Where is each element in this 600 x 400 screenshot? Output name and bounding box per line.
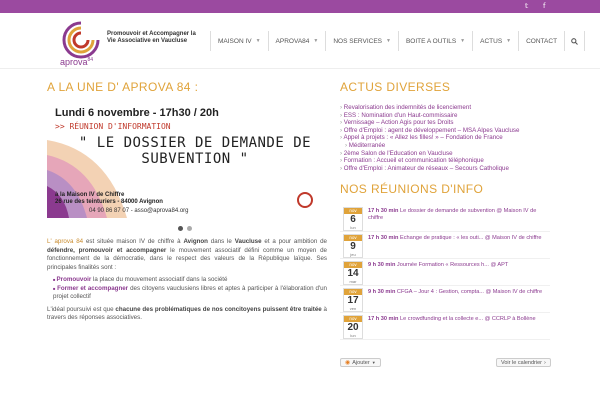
top-bar: 𝕥 f — [0, 0, 600, 13]
nav-nos-services[interactable]: NOS SERVICES ▼ — [325, 31, 398, 51]
featured-heading: A LA UNE D' APROVA 84 : — [47, 80, 199, 94]
chevron-down-icon: ▼ — [255, 38, 261, 44]
event-item[interactable]: nov 14 mar 9 h 30 min Journée Formation « … — [340, 259, 550, 286]
slide-date: Lundi 6 novembre - 17h30 / 20h — [55, 107, 219, 119]
view-calendar-button[interactable]: Voir le calendrier › — [496, 358, 551, 367]
slide-address: à la Maison IV de Chiffre 26 rue des tei… — [55, 192, 163, 205]
news-link[interactable]: Offre d'Emploi : Animateur de réseaux – … — [340, 165, 540, 173]
news-link[interactable]: ESS : Nomination d'un Haut-commissaire — [340, 112, 540, 120]
calendar-date: nov 17 ven — [343, 288, 363, 312]
news-link[interactable]: Vernissage – Action Agis pour tes Droits — [340, 119, 540, 127]
site-header: aprova84 Promouvoir et Accompagner la Vi… — [0, 13, 600, 68]
aprova-logo-icon — [297, 192, 313, 208]
facebook-icon[interactable]: f — [543, 2, 545, 10]
events-heading: NOS RÉUNIONS D'INFO — [340, 182, 484, 196]
calendar-date: nov 6 lun — [343, 207, 363, 231]
slide-title: " LE DOSSIER DE DEMANDE DE SUBVENTION " — [78, 135, 312, 167]
goals-list: Promouvoir la place du mouvement associa… — [53, 276, 327, 302]
search-icon — [571, 37, 578, 45]
chevron-down-icon: ▼ — [506, 38, 512, 44]
aprova-logo-icon[interactable] — [62, 21, 100, 59]
chevron-down-icon: ▼ — [386, 38, 391, 44]
main-nav: MAISON IV ▼ APROVA84 ▼ NOS SERVICES ▼ BOITE… — [210, 31, 586, 51]
nav-aprova84[interactable]: APROVA84 ▼ — [267, 31, 326, 51]
calendar-date: nov 9 jeu — [343, 234, 363, 258]
intro-text: L' aprova 84 est située maison IV de chi… — [47, 238, 327, 327]
calendar-date: nov 20 lun — [343, 315, 363, 339]
featured-slider[interactable]: Lundi 6 novembre - 17h30 / 20h >> RÉUNIO… — [47, 100, 327, 218]
news-link[interactable]: Appel à projets : « Allez les filles! » … — [340, 134, 540, 142]
event-item[interactable]: nov 9 jeu 17 h 30 min Echange de pratique … — [340, 232, 550, 259]
news-link[interactable]: Revalorisation des indemnités de licenci… — [340, 104, 540, 112]
rss-icon: ◉ — [345, 360, 351, 366]
slide-subtitle: >> RÉUNION D'INFORMATION — [55, 122, 171, 131]
news-link[interactable]: Formation : Accueil et communication tél… — [340, 157, 540, 165]
slider-pagination — [178, 226, 192, 231]
calendar-date: nov 14 mar — [343, 261, 363, 285]
chevron-down-icon: ▼ — [460, 38, 466, 44]
chevron-down-icon: ▼ — [371, 360, 376, 365]
news-list: Revalorisation des indemnités de licenci… — [340, 104, 540, 172]
chevron-right-icon: › — [543, 359, 546, 366]
slide-contact: 04 90 86 87 07 - asso@aprova84.org — [89, 208, 189, 214]
add-calendar-button[interactable]: ◉ Ajouter ▼ — [340, 358, 381, 367]
slider-dot[interactable] — [187, 226, 192, 231]
list-item: Promouvoir la place du mouvement associa… — [53, 276, 327, 285]
nav-boite-a-outils[interactable]: BOITE A OUTILS ▼ — [397, 31, 472, 51]
event-item[interactable]: nov 20 lun 17 h 30 min Le crowdfunding et … — [340, 313, 550, 340]
search-button[interactable] — [564, 31, 586, 51]
event-item[interactable]: nov 6 lun 17 h 30 min Le dossier de demand… — [340, 205, 550, 232]
events-list: nov 6 lun 17 h 30 min Le dossier de demand… — [340, 205, 550, 340]
event-item[interactable]: nov 17 ven 9 h 30 min CFGA – Jour 4 : Gest… — [340, 286, 550, 313]
nav-contact[interactable]: CONTACT — [518, 31, 564, 51]
twitter-icon[interactable]: 𝕥 — [525, 2, 528, 10]
news-link[interactable]: Offre d'Emploi : agent de développement … — [340, 127, 540, 135]
news-heading: ACTUS DIVERSES — [340, 80, 451, 94]
nav-actus[interactable]: ACTUS ▼ — [472, 31, 518, 51]
site-tagline: Promouvoir et Accompagner la Vie Associa… — [107, 31, 196, 44]
header-divider — [0, 68, 600, 69]
chevron-down-icon: ▼ — [313, 38, 319, 44]
news-link[interactable]: Méditerranée — [340, 142, 540, 150]
list-item: Former et accompagner des citoyens vaucl… — [53, 285, 327, 302]
logo-text[interactable]: aprova84 — [60, 57, 93, 67]
slider-dot[interactable] — [178, 226, 183, 231]
nav-maison-iv[interactable]: MAISON IV ▼ — [210, 31, 268, 51]
news-link[interactable]: 2ème Salon de l'Education en Vaucluse — [340, 150, 540, 158]
